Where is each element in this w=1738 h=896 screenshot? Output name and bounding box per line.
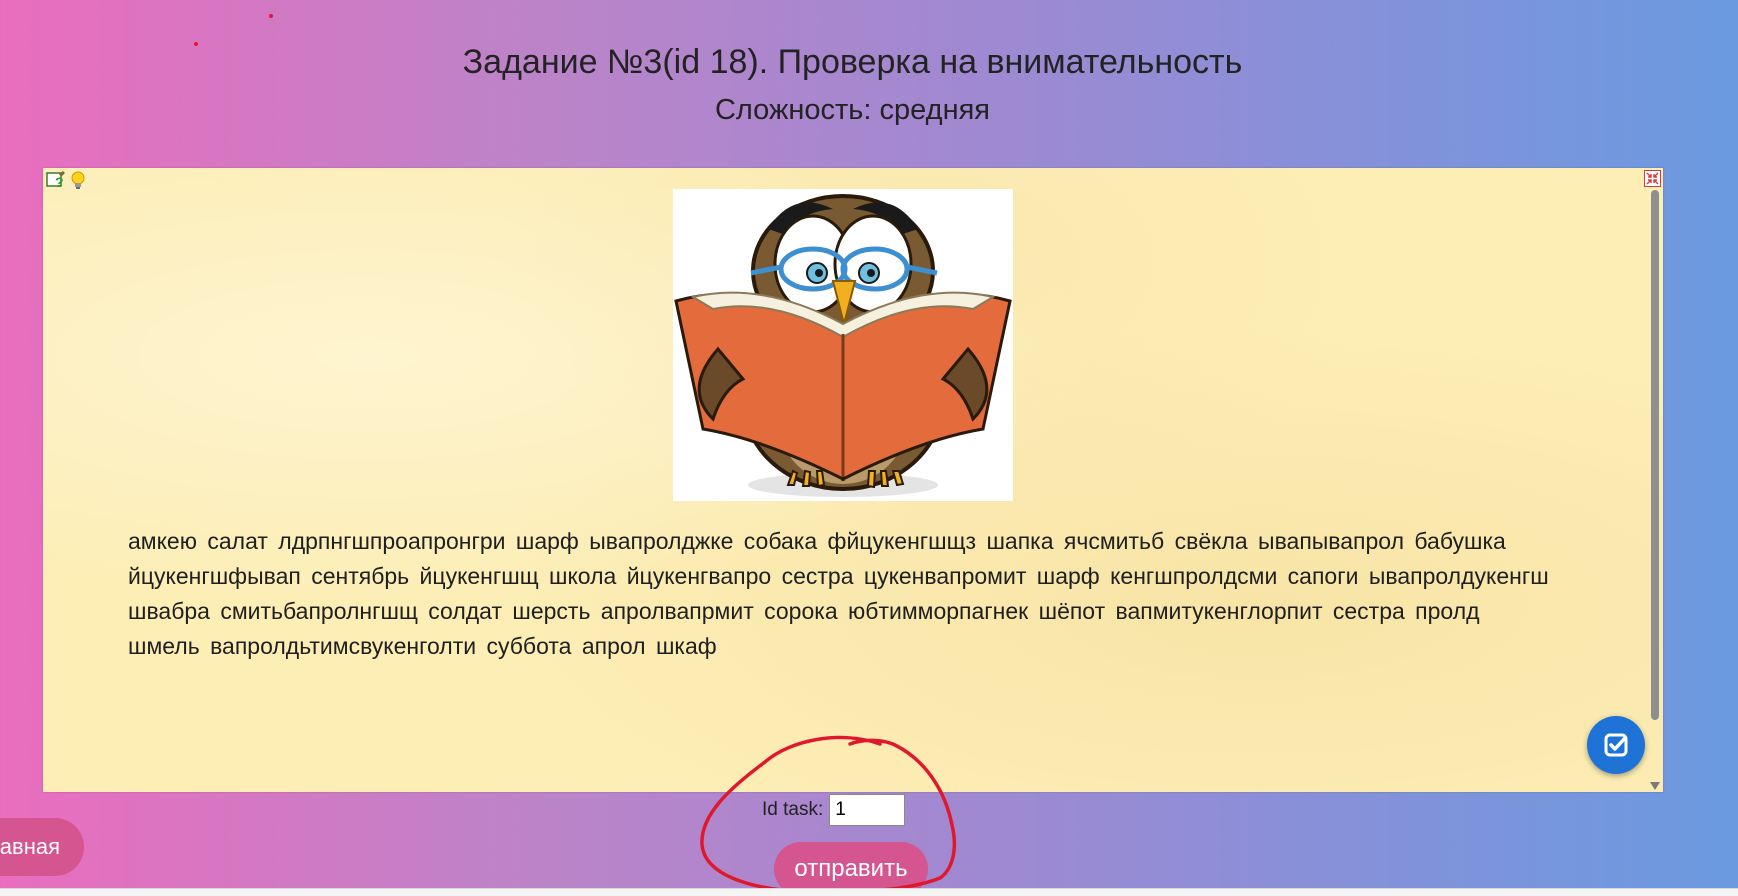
svg-text:?: ?: [55, 174, 64, 190]
page-title: Задание №3(id 18). Проверка на вниматель…: [462, 43, 1243, 81]
red-speck: [269, 14, 273, 18]
page-header: Задание №3(id 18). Проверка на вниматель…: [0, 38, 1705, 130]
scroll-thumb[interactable]: [1651, 190, 1659, 720]
task-word-text: амкею салат лдрпнгшпроапронгри шарф ывап…: [128, 528, 1549, 659]
id-task-field-group: Id task:: [762, 793, 906, 827]
scroll-down-arrow-icon[interactable]: [1650, 782, 1660, 790]
check-square-icon: [1604, 733, 1628, 757]
id-task-input[interactable]: [829, 794, 906, 826]
panel-toolbar: ?: [46, 170, 88, 190]
home-button[interactable]: авная: [0, 818, 84, 876]
owl-reading-book-image: [674, 194, 1012, 497]
difficulty-label: Сложность: средняя: [714, 94, 990, 126]
id-task-label: Id task:: [762, 799, 824, 820]
help-question-icon[interactable]: ?: [46, 170, 66, 190]
lightbulb-icon[interactable]: [68, 170, 88, 190]
check-answer-button[interactable]: [1587, 716, 1645, 774]
owl-illustration: [673, 189, 1013, 501]
task-panel: ? амкею салат лдрпнгшпроапронгри шарф ыв…: [43, 168, 1663, 792]
collapse-fullscreen-icon[interactable]: [1644, 170, 1661, 187]
panel-scrollbar[interactable]: [1647, 186, 1663, 792]
